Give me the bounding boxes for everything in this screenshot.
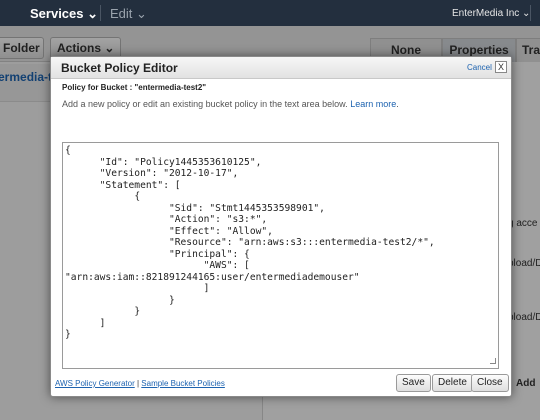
account-menu[interactable]: EnterMedia Inc ⌄ <box>452 8 530 19</box>
nav-divider <box>100 5 101 21</box>
sample-policies-link[interactable]: Sample Bucket Policies <box>141 379 225 388</box>
nav-divider <box>530 5 531 21</box>
footer-links: AWS Policy Generator | Sample Bucket Pol… <box>55 379 225 388</box>
policy-text-area[interactable]: { "Id": "Policy1445353610125", "Version"… <box>62 142 499 369</box>
edit-menu[interactable]: Edit ⌄ <box>110 6 147 22</box>
cancel-link[interactable]: Cancel <box>467 63 492 72</box>
close-button[interactable]: Close <box>471 374 509 392</box>
policy-bucket-label: Policy for Bucket : "entermedia-test2" <box>62 83 207 92</box>
services-menu[interactable]: Services ⌄ <box>30 6 98 22</box>
policy-generator-link[interactable]: AWS Policy Generator <box>55 379 135 388</box>
resize-grip-icon[interactable] <box>490 358 496 364</box>
dialog-header: Bucket Policy Editor Cancel X <box>51 57 511 79</box>
link-separator: | <box>136 379 140 388</box>
learn-more-link[interactable]: Learn more <box>350 99 396 109</box>
save-button[interactable]: Save <box>396 374 431 392</box>
close-icon[interactable]: X <box>495 61 507 73</box>
delete-button[interactable]: Delete <box>432 374 473 392</box>
bucket-policy-editor-dialog: Bucket Policy Editor Cancel X Policy for… <box>50 56 512 397</box>
dialog-title: Bucket Policy Editor <box>61 61 178 75</box>
intro-sentence: Add a new policy or edit an existing buc… <box>62 99 348 109</box>
intro-text: Add a new policy or edit an existing buc… <box>62 99 399 109</box>
dialog-footer: AWS Policy Generator | Sample Bucket Pol… <box>51 369 511 397</box>
top-navigation-bar: Services ⌄ Edit ⌄ EnterMedia Inc ⌄ <box>0 0 540 26</box>
intro-period: . <box>396 99 399 109</box>
